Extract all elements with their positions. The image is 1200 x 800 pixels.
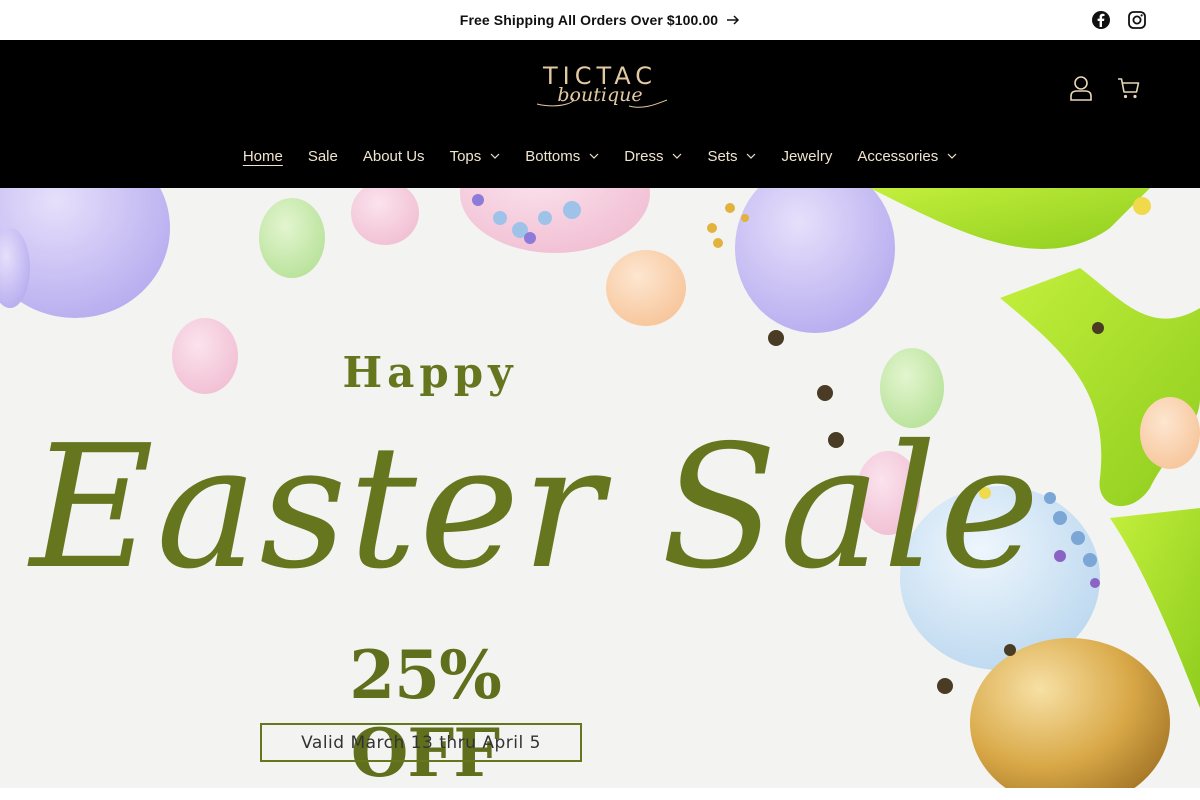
hero-validity-box: Valid March 13 thru April 5 [260, 723, 582, 762]
hero-validity-text: Valid March 13 thru April 5 [301, 732, 541, 753]
nav-label: Sets [707, 147, 738, 165]
instagram-icon[interactable] [1126, 9, 1148, 31]
chevron-down-icon [746, 152, 756, 160]
nav-label: Bottoms [525, 147, 581, 165]
nav-label: Sale [307, 147, 338, 165]
nav-item-tops[interactable]: Tops [437, 148, 513, 165]
nav-item-home[interactable]: Home [230, 148, 295, 165]
nav-label: Home [242, 147, 283, 165]
nav-item-accessories[interactable]: Accessories [845, 148, 970, 165]
nav-item-jewelry[interactable]: Jewelry [769, 148, 845, 165]
announcement-text: Free Shipping All Orders Over $100.00 [459, 12, 719, 28]
nav-label: About Us [362, 147, 425, 165]
hero-discount: 25% OFF [349, 636, 502, 788]
site-header: TICTAC boutique Home Sale About Us Tops … [0, 40, 1200, 188]
chevron-down-icon [490, 152, 500, 160]
nav-label: Jewelry [781, 147, 833, 165]
nav-label: Accessories [857, 147, 939, 165]
nav-item-sale[interactable]: Sale [295, 148, 350, 165]
nav-label: Tops [449, 147, 482, 165]
chevron-down-icon [947, 152, 957, 160]
free-shipping-link[interactable]: Free Shipping All Orders Over $100.00 [460, 12, 740, 28]
facebook-icon[interactable] [1090, 9, 1112, 31]
chevron-down-icon [672, 152, 682, 160]
nav-item-bottoms[interactable]: Bottoms [513, 148, 612, 165]
nav-item-sets[interactable]: Sets [695, 148, 769, 165]
header-actions [1068, 74, 1142, 102]
social-links [1090, 9, 1148, 31]
main-navigation: Home Sale About Us Tops Bottoms Dress Se… [0, 144, 1200, 168]
chevron-down-icon [589, 152, 599, 160]
logo-script: boutique [557, 84, 643, 106]
announcement-bar: Free Shipping All Orders Over $100.00 [0, 0, 1200, 40]
tictac-boutique-logo[interactable]: TICTAC boutique [527, 62, 673, 118]
hero-banner[interactable]: Happy Easter Sale 25% OFF Valid March 13… [0, 188, 1200, 788]
nav-item-dress[interactable]: Dress [612, 148, 695, 165]
account-icon[interactable] [1068, 74, 1094, 102]
page-bottom-strip [0, 788, 1200, 800]
hero-headline: Easter Sale [30, 409, 1042, 607]
nav-item-about-us[interactable]: About Us [350, 148, 437, 165]
cart-icon[interactable] [1116, 74, 1142, 102]
arrow-right-icon [726, 13, 740, 27]
nav-label: Dress [624, 147, 664, 165]
